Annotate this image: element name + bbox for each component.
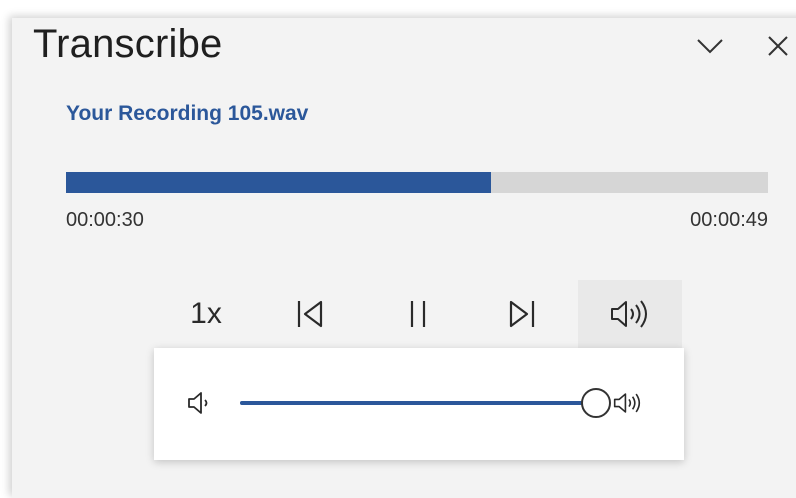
playback-speed-button[interactable]: 1x [154,280,258,348]
volume-slider-fill [240,401,596,405]
volume-high-button[interactable] [612,386,646,420]
skip-forward-icon [509,300,535,328]
volume-low-icon [188,392,208,414]
playback-progress-fill [66,172,492,193]
playback-speed-label: 1x [190,297,222,330]
skip-forward-button[interactable] [470,280,574,348]
chevron-down-icon [697,39,723,54]
pane-title: Transcribe [33,22,223,66]
close-button[interactable] [760,28,796,64]
skip-back-button[interactable] [258,280,362,348]
current-time: 00:00:30 [66,209,144,231]
volume-high-icon [613,393,641,413]
volume-flyout [154,348,684,460]
close-icon [768,36,788,56]
recording-filename[interactable]: Your Recording 105.wav [66,102,308,126]
volume-slider-thumb[interactable] [581,388,611,418]
total-time: 00:00:49 [690,209,768,231]
transcribe-pane: Transcribe Your Recording 105.wav 00:00:… [12,18,796,498]
volume-low-button[interactable] [184,386,218,420]
volume-button[interactable] [578,280,682,348]
volume-slider[interactable] [240,388,611,418]
playback-progress-bar[interactable] [66,172,768,193]
collapse-button[interactable] [692,28,728,64]
pause-icon [410,301,426,327]
volume-slider-track [240,401,596,405]
skip-back-icon [297,300,323,328]
pause-button[interactable] [366,280,470,348]
volume-icon [611,300,647,328]
